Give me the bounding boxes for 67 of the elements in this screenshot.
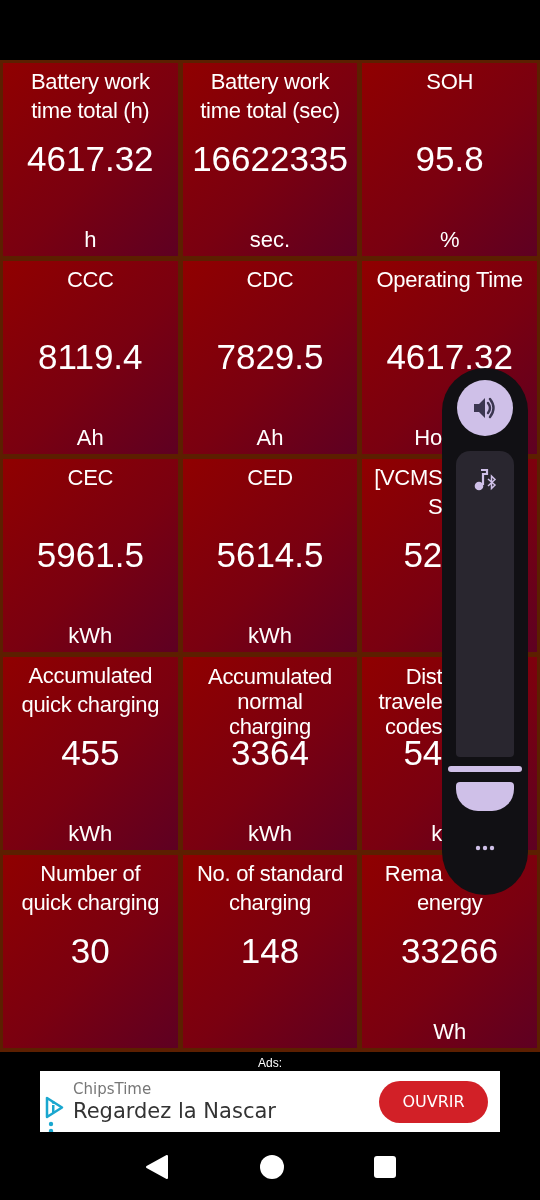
tile-unit: k <box>430 820 443 848</box>
tile-unit: kWh <box>68 820 113 848</box>
more-options-icon[interactable] <box>475 845 495 851</box>
tile-value: 16622335 <box>192 145 348 173</box>
tile-label-line: Dist <box>404 664 443 689</box>
tile-value: 5961.5 <box>36 541 144 569</box>
home-icon[interactable] <box>259 1153 285 1180</box>
tile-label-line: quick charging <box>21 889 160 917</box>
tile-label-line: SOH <box>426 68 474 96</box>
recent-apps-icon[interactable] <box>373 1155 396 1178</box>
tile-label-line: Battery work <box>210 68 330 96</box>
tile-value: 95.8 <box>415 145 484 173</box>
back-icon[interactable] <box>144 1153 171 1180</box>
tile-label-line: Rema <box>383 860 443 888</box>
tile-value: 7829.5 <box>216 343 324 371</box>
speaker-button[interactable] <box>457 380 513 436</box>
speaker-icon <box>472 396 498 420</box>
tile-label-line: CED <box>247 464 293 492</box>
tile-label-line: time total (h) <box>31 97 150 125</box>
music-bluetooth-icon <box>472 467 498 493</box>
tile-value: 4617.32 <box>386 343 513 371</box>
advertiser-name: ChipsTime <box>73 1079 153 1098</box>
tile-unit: kWh <box>68 622 113 650</box>
tile-unit: Wh <box>433 1018 467 1046</box>
tile-label-line: S <box>426 493 443 521</box>
tile-label-line: Number of <box>40 860 141 888</box>
open-button[interactable]: OUVRIR <box>379 1080 488 1123</box>
tile-label-line: Accumulated <box>28 662 153 690</box>
tile-value: 54 <box>403 739 443 767</box>
tile-value: 33266 <box>401 937 499 965</box>
volume-slider[interactable] <box>448 451 522 811</box>
tile-unit: Ah <box>256 424 284 452</box>
tile-label-line: charging <box>229 714 311 739</box>
tile-value: 8119.4 <box>38 343 143 371</box>
tile-unit: % <box>439 226 460 254</box>
tile-value: 455 <box>61 739 120 767</box>
tile-unit: Ah <box>76 424 104 452</box>
tile-label-line: CDC <box>246 266 294 294</box>
tile-value: 5614.5 <box>216 541 324 569</box>
tile-label-line: normal <box>237 689 303 714</box>
tile-value: 3364 <box>231 739 309 767</box>
tile-label-line: codes <box>384 714 443 739</box>
tile-value: 30 <box>70 937 110 965</box>
tile-value: 4617.32 <box>27 145 154 173</box>
tile-label-line: quick charging <box>21 691 160 719</box>
tile-label-line: travele <box>377 689 443 714</box>
slider-handle[interactable] <box>448 766 522 773</box>
tile-label-line: [VCMS <box>373 464 443 492</box>
tile-value: 52 <box>402 541 443 569</box>
tile-label-line: CCC <box>66 266 114 294</box>
tile-label-line: Accumulated <box>208 664 332 689</box>
tile-label-line: Operating Time <box>376 266 523 294</box>
tile-label-line: time total (sec) <box>200 97 340 125</box>
ad-banner[interactable]: ChipsTime Regardez la Nascar OUVRIR <box>40 1071 500 1132</box>
tile-value: 148 <box>240 937 300 965</box>
tile-label-line: CEC <box>67 464 114 492</box>
tile-unit: Ho <box>413 424 443 452</box>
tile-unit: h <box>84 226 97 254</box>
tile-label-line: charging <box>229 889 311 917</box>
tile-label-line: energy <box>416 889 483 917</box>
tile-unit: sec. <box>249 226 291 254</box>
tile-label-line: No. of standard <box>197 860 343 888</box>
ads-label: Ads: <box>257 1055 283 1070</box>
ad-headline: Regardez la Nascar <box>73 1097 277 1124</box>
tile-unit: kWh <box>248 820 292 848</box>
tile-unit: kWh <box>248 622 292 650</box>
tile-label-line: Battery work <box>31 68 150 96</box>
